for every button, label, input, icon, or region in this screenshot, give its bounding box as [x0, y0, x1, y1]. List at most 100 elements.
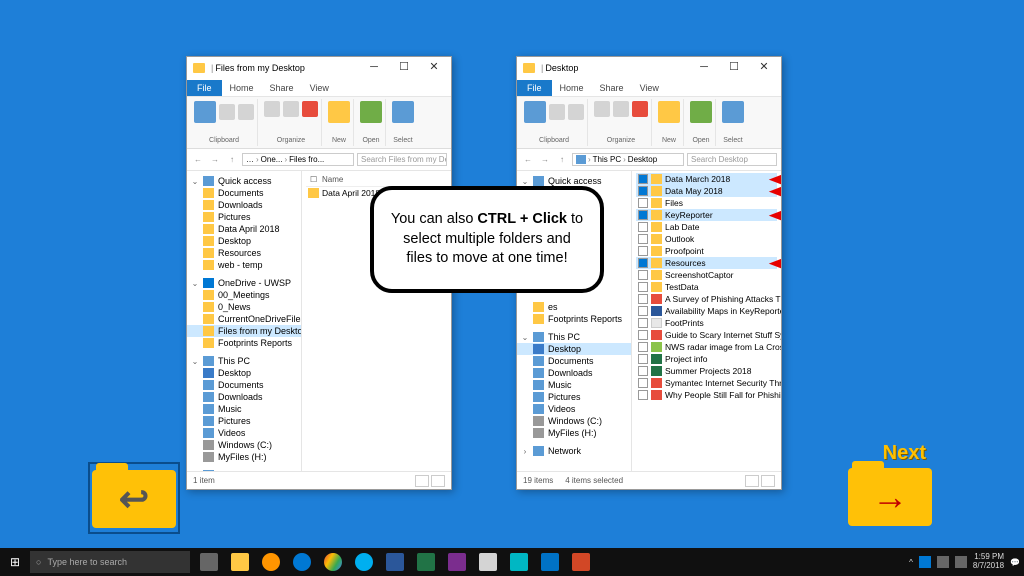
list-item[interactable]: A Survey of Phishing Attacks Their Types [636, 293, 777, 305]
next-button[interactable]: → [844, 462, 936, 534]
nav-item[interactable]: MyFiles (H:) [187, 451, 301, 463]
view-details-icon[interactable] [415, 475, 429, 487]
nav-item[interactable]: Pictures [187, 211, 301, 223]
paste-icon[interactable] [568, 104, 584, 120]
nav-item[interactable]: Music [187, 403, 301, 415]
nav-item[interactable]: Documents [187, 379, 301, 391]
search-input[interactable]: Search Files from my Des... [357, 153, 447, 166]
view-icons-icon[interactable] [431, 475, 445, 487]
move-icon[interactable] [264, 101, 280, 117]
checkbox[interactable] [638, 174, 648, 184]
checkbox[interactable] [638, 198, 648, 208]
list-item[interactable]: Symantec Internet Security Threat Repor [636, 377, 777, 389]
nav-item[interactable]: Videos [517, 403, 631, 415]
system-tray[interactable]: ^ 1:59 PM8/7/2018 💬 [909, 553, 1024, 571]
breadcrumb[interactable]: …›One...›Files fro... [242, 153, 354, 166]
list-item[interactable]: TestData [636, 281, 777, 293]
onedrive-tray-icon[interactable] [919, 556, 931, 568]
pin-icon[interactable] [524, 101, 546, 123]
pin-icon[interactable] [194, 101, 216, 123]
nav-item[interactable]: Music [517, 379, 631, 391]
properties-icon[interactable] [690, 101, 712, 123]
new-folder-icon[interactable] [658, 101, 680, 123]
tab-file[interactable]: File [187, 80, 222, 96]
checkbox[interactable] [638, 330, 648, 340]
nav-item[interactable]: Videos [187, 427, 301, 439]
nav-item[interactable]: Desktop [187, 367, 301, 379]
nav-item[interactable]: Downloads [187, 391, 301, 403]
checkbox[interactable] [638, 234, 648, 244]
nav-item[interactable]: 0_News [187, 301, 301, 313]
titlebar[interactable]: | Desktop ─ ☐ ✕ [517, 57, 781, 79]
back-button[interactable]: ← [191, 153, 205, 167]
snip-button[interactable] [473, 549, 503, 575]
titlebar[interactable]: | Files from my Desktop ─ ☐ ✕ [187, 57, 451, 79]
nav-item[interactable]: Desktop [187, 235, 301, 247]
list-item[interactable]: Files [636, 197, 777, 209]
list-item[interactable]: Proofpoint [636, 245, 777, 257]
tray-up-icon[interactable]: ^ [909, 558, 913, 567]
list-item[interactable]: ScreenshotCaptor [636, 269, 777, 281]
start-button[interactable]: ⊞ [0, 555, 30, 569]
delete-icon[interactable] [632, 101, 648, 117]
nav-item[interactable]: Windows (C:) [187, 439, 301, 451]
list-item[interactable]: Project info [636, 353, 777, 365]
app2-button[interactable] [504, 549, 534, 575]
nav-item[interactable]: web - temp [187, 259, 301, 271]
search-input[interactable]: Search Desktop [687, 153, 777, 166]
list-item[interactable]: KeyReporter◀ [636, 209, 777, 221]
forward-button[interactable]: → [208, 153, 222, 167]
checkbox[interactable] [638, 270, 648, 280]
powerpoint-button[interactable] [566, 549, 596, 575]
checkbox[interactable] [638, 294, 648, 304]
nav-item[interactable]: Pictures [187, 415, 301, 427]
checkbox[interactable] [638, 378, 648, 388]
up-button[interactable]: ↑ [555, 153, 569, 167]
back-button[interactable]: ← [521, 153, 535, 167]
checkbox[interactable] [638, 354, 648, 364]
maximize-button[interactable]: ☐ [389, 58, 419, 78]
view-details-icon[interactable] [745, 475, 759, 487]
checkbox[interactable] [638, 390, 648, 400]
tab-view[interactable]: View [302, 80, 337, 96]
nav-item[interactable]: Downloads [187, 199, 301, 211]
list-item[interactable]: Guide to Scary Internet Stuff Symantec C [636, 329, 777, 341]
nav-item[interactable]: Files from my Desktop [187, 325, 301, 337]
list-item[interactable]: Data March 2018◀ [636, 173, 777, 185]
list-item[interactable]: Summer Projects 2018 [636, 365, 777, 377]
view-icons-icon[interactable] [761, 475, 775, 487]
nav-item[interactable]: Documents [187, 187, 301, 199]
list-item[interactable]: Data May 2018◀ [636, 185, 777, 197]
checkbox[interactable] [638, 258, 648, 268]
notifications-icon[interactable]: 💬 [1010, 558, 1020, 567]
up-button[interactable]: ↑ [225, 153, 239, 167]
close-button[interactable]: ✕ [749, 58, 779, 78]
taskbar-search[interactable]: ○Type here to search [30, 551, 190, 573]
forward-button[interactable]: → [538, 153, 552, 167]
breadcrumb[interactable]: ›This PC›Desktop [572, 153, 684, 166]
nav-item[interactable]: Documents [517, 355, 631, 367]
properties-icon[interactable] [360, 101, 382, 123]
checkbox[interactable] [638, 222, 648, 232]
nav-item[interactable]: 00_Meetings [187, 289, 301, 301]
tab-file[interactable]: File [517, 80, 552, 96]
app-button[interactable] [442, 549, 472, 575]
checkbox[interactable] [638, 186, 648, 196]
nav-item[interactable]: Footprints Reports [187, 337, 301, 349]
nav-item[interactable]: CurrentOneDriveFiles [187, 313, 301, 325]
list-item[interactable]: Outlook [636, 233, 777, 245]
volume-tray-icon[interactable] [955, 556, 967, 568]
network-tray-icon[interactable] [937, 556, 949, 568]
select-icon[interactable] [392, 101, 414, 123]
word-button[interactable] [380, 549, 410, 575]
nav-item[interactable]: Windows (C:) [517, 415, 631, 427]
checkbox[interactable] [638, 210, 648, 220]
list-item[interactable]: Resources◀ [636, 257, 777, 269]
nav-item[interactable]: Resources [187, 247, 301, 259]
list-item[interactable]: Why People Still Fall for Phishing Scams [636, 389, 777, 401]
move-icon[interactable] [594, 101, 610, 117]
explorer-button[interactable] [225, 549, 255, 575]
nav-item[interactable]: Pictures [517, 391, 631, 403]
delete-icon[interactable] [302, 101, 318, 117]
list-item[interactable]: Availability Maps in KeyReporter - Sassa… [636, 305, 777, 317]
